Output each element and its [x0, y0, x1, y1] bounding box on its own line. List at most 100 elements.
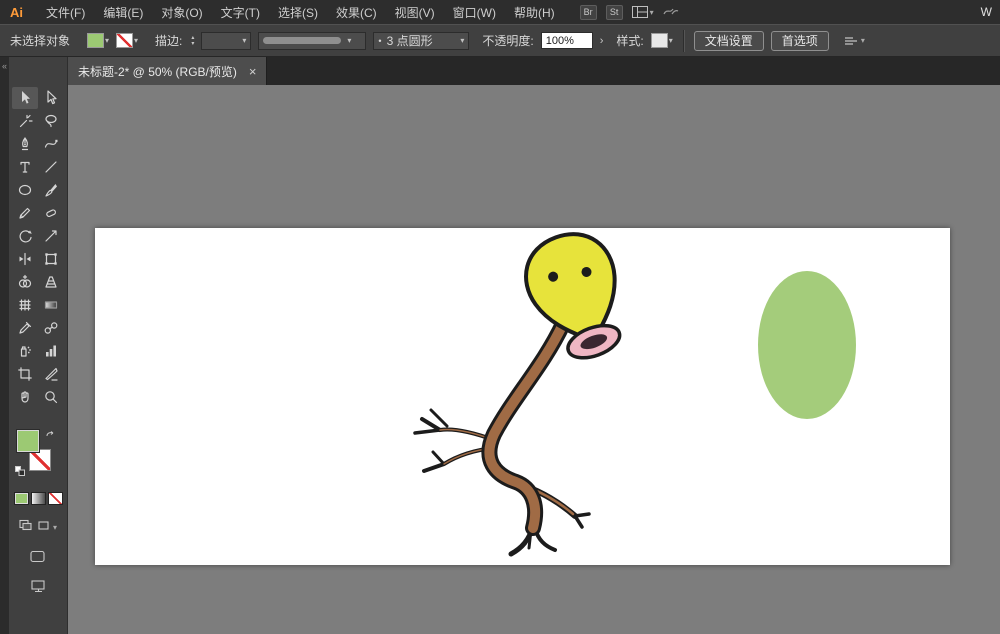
hand-tool[interactable] [12, 386, 38, 408]
menu-effect[interactable]: 效果(C) [327, 4, 386, 21]
scale-tool[interactable] [38, 225, 64, 247]
chevron-down-icon: ▾ [650, 8, 654, 17]
chevron-down-icon: ▾ [861, 36, 865, 45]
change-screen-mode-icon[interactable] [31, 580, 46, 598]
selection-status: 未选择对象 [10, 32, 70, 49]
control-bar: 未选择对象 ▾ ▾ 描边: ▴▾ ▾ ▾ • 3 点圆形 ▾ 不透明度: 100… [0, 24, 1000, 57]
eyedropper-tool[interactable] [12, 317, 38, 339]
swap-fill-stroke-icon[interactable] [45, 430, 55, 442]
paintbrush-tool[interactable] [38, 179, 64, 201]
gradient-tool[interactable] [38, 294, 64, 316]
artboard[interactable] [95, 228, 950, 565]
draw-behind-icon[interactable] [36, 518, 49, 536]
type-tool[interactable] [12, 156, 38, 178]
color-type-buttons [14, 492, 63, 505]
color-button[interactable] [14, 492, 29, 505]
opacity-label: 不透明度: [482, 32, 533, 49]
menu-object[interactable]: 对象(O) [152, 4, 211, 21]
chevron-down-icon: ▾ [347, 36, 351, 45]
workspace-switcher-icon[interactable]: ▾ [632, 6, 654, 18]
menu-select[interactable]: 选择(S) [269, 4, 327, 21]
perspective-grid-tool[interactable] [38, 271, 64, 293]
close-tab-icon[interactable]: × [249, 64, 257, 79]
menu-type[interactable]: 文字(T) [212, 4, 269, 21]
chevron-down-icon: ▾ [53, 523, 57, 532]
artwork-layer [95, 228, 950, 565]
none-slash-icon [30, 450, 50, 470]
divider [683, 30, 684, 52]
document-tab[interactable]: 未标题-2* @ 50% (RGB/预览) × [68, 57, 267, 85]
menu-view[interactable]: 视图(V) [386, 4, 444, 21]
stroke-color-swatch[interactable] [116, 33, 133, 48]
menu-file[interactable]: 文件(F) [37, 4, 94, 21]
sync-settings-icon[interactable] [663, 5, 679, 20]
slice-tool[interactable] [38, 363, 64, 385]
plant-character-drawing[interactable] [415, 228, 640, 554]
style-swatch[interactable] [651, 33, 668, 48]
stroke-weight-select[interactable]: ▾ [201, 32, 251, 50]
direct-selection-tool[interactable] [38, 87, 64, 109]
free-transform-tool[interactable] [38, 248, 64, 270]
profile-dot-icon: • [378, 36, 381, 46]
stock-icon[interactable]: St [606, 5, 623, 20]
rotate-tool[interactable] [12, 225, 38, 247]
preferences-button[interactable]: 首选项 [771, 31, 829, 51]
brush-definition-dropdown[interactable]: ▾ [258, 32, 366, 50]
ellipse-tool[interactable] [12, 179, 38, 201]
curvature-tool[interactable] [38, 133, 64, 155]
screen-mode-button[interactable] [30, 550, 46, 568]
pen-tool[interactable] [12, 133, 38, 155]
selection-tool[interactable] [12, 87, 38, 109]
menu-bar: Ai 文件(F) 编辑(E) 对象(O) 文字(T) 选择(S) 效果(C) 视… [0, 0, 1000, 24]
opacity-input[interactable]: 100% [541, 32, 593, 49]
workspace-overflow-label: W [981, 5, 994, 19]
document-setup-button[interactable]: 文档设置 [694, 31, 764, 51]
gradient-button[interactable] [31, 492, 46, 505]
pencil-tool[interactable] [12, 202, 38, 224]
style-dropdown[interactable]: ▾ [651, 33, 673, 48]
stroke-swatch[interactable] [29, 449, 51, 471]
width-profile-dropdown[interactable]: • 3 点圆形 ▾ [373, 32, 469, 50]
chevron-down-icon: ▾ [669, 36, 673, 45]
chevron-down-icon: ▾ [460, 36, 464, 45]
panel-menu-icon[interactable]: ▾ [844, 35, 865, 47]
layout-grid-icon [632, 6, 648, 18]
green-ellipse-shape[interactable] [758, 271, 856, 419]
canvas[interactable] [68, 85, 1000, 634]
brush-name: 3 点圆形 [387, 32, 455, 49]
default-fill-stroke-icon[interactable] [15, 466, 25, 478]
chevron-down-icon: ▾ [134, 36, 138, 45]
menu-edit[interactable]: 编辑(E) [94, 4, 152, 21]
menu-help[interactable]: 帮助(H) [505, 4, 564, 21]
bridge-icon[interactable]: Br [580, 5, 597, 20]
line-segment-tool[interactable] [38, 156, 64, 178]
stroke-color-dropdown[interactable]: ▾ [116, 33, 138, 48]
app-logo: Ai [10, 5, 23, 20]
fill-color-swatch[interactable] [87, 33, 104, 48]
fill-color-dropdown[interactable]: ▾ [87, 33, 109, 48]
zoom-tool[interactable] [38, 386, 64, 408]
symbol-sprayer-tool[interactable] [12, 340, 38, 362]
draw-normal-icon[interactable] [19, 518, 32, 536]
collapse-panels-icon[interactable]: « [2, 61, 7, 71]
mesh-tool[interactable] [12, 294, 38, 316]
width-tool[interactable] [12, 248, 38, 270]
shape-builder-tool[interactable] [12, 271, 38, 293]
lasso-tool[interactable] [38, 110, 64, 132]
column-graph-tool[interactable] [38, 340, 64, 362]
brush-stroke-preview [263, 37, 341, 44]
style-label: 样式: [616, 32, 643, 49]
shaper-tool[interactable] [38, 202, 64, 224]
illustrator-window: Ai 文件(F) 编辑(E) 对象(O) 文字(T) 选择(S) 效果(C) 视… [0, 0, 1000, 634]
magic-wand-tool[interactable] [12, 110, 38, 132]
menu-window[interactable]: 窗口(W) [444, 4, 505, 21]
artboard-tool[interactable] [12, 363, 38, 385]
blend-tool[interactable] [38, 317, 64, 339]
fill-swatch[interactable] [17, 430, 39, 452]
stroke-weight-stepper[interactable]: ▴▾ [191, 35, 194, 47]
none-button[interactable] [48, 492, 63, 505]
chevron-right-icon[interactable]: › [600, 35, 604, 47]
panel-collapse-strip[interactable]: « [0, 57, 9, 634]
chevron-down-icon: ▾ [242, 36, 246, 45]
stroke-weight-label: 描边: [155, 32, 182, 49]
